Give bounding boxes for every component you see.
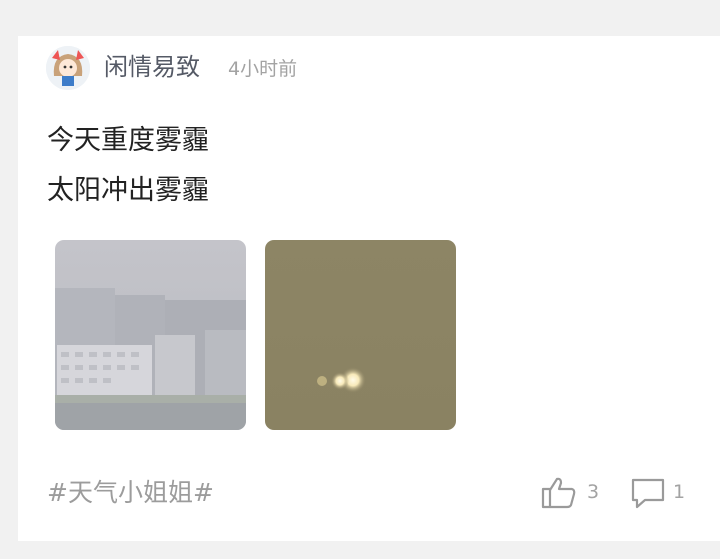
content-line: 今天重度雾霾 <box>47 125 209 156</box>
like-count: 3 <box>587 481 600 503</box>
smog-buildings-photo[interactable] <box>55 240 246 430</box>
hazy-sun-photo[interactable] <box>265 240 456 430</box>
comment-count: 1 <box>673 481 686 503</box>
avatar[interactable] <box>46 46 90 90</box>
topic-hashtag[interactable]: #天气小姐姐# <box>47 476 214 510</box>
anime-girl-avatar-icon <box>46 46 90 90</box>
author-name[interactable]: 闲情易致 <box>104 51 200 83</box>
comment-icon[interactable] <box>631 477 665 509</box>
post-card: 闲情易致 4小时前 今天重度雾霾 太阳冲出雾霾 #天气小姐姐# 3 1 <box>18 36 720 541</box>
like-icon[interactable] <box>541 476 577 510</box>
post-time: 4小时前 <box>228 58 298 80</box>
content-line: 太阳冲出雾霾 <box>47 175 209 206</box>
post-content: 今天重度雾霾 太阳冲出雾霾 <box>47 116 209 216</box>
